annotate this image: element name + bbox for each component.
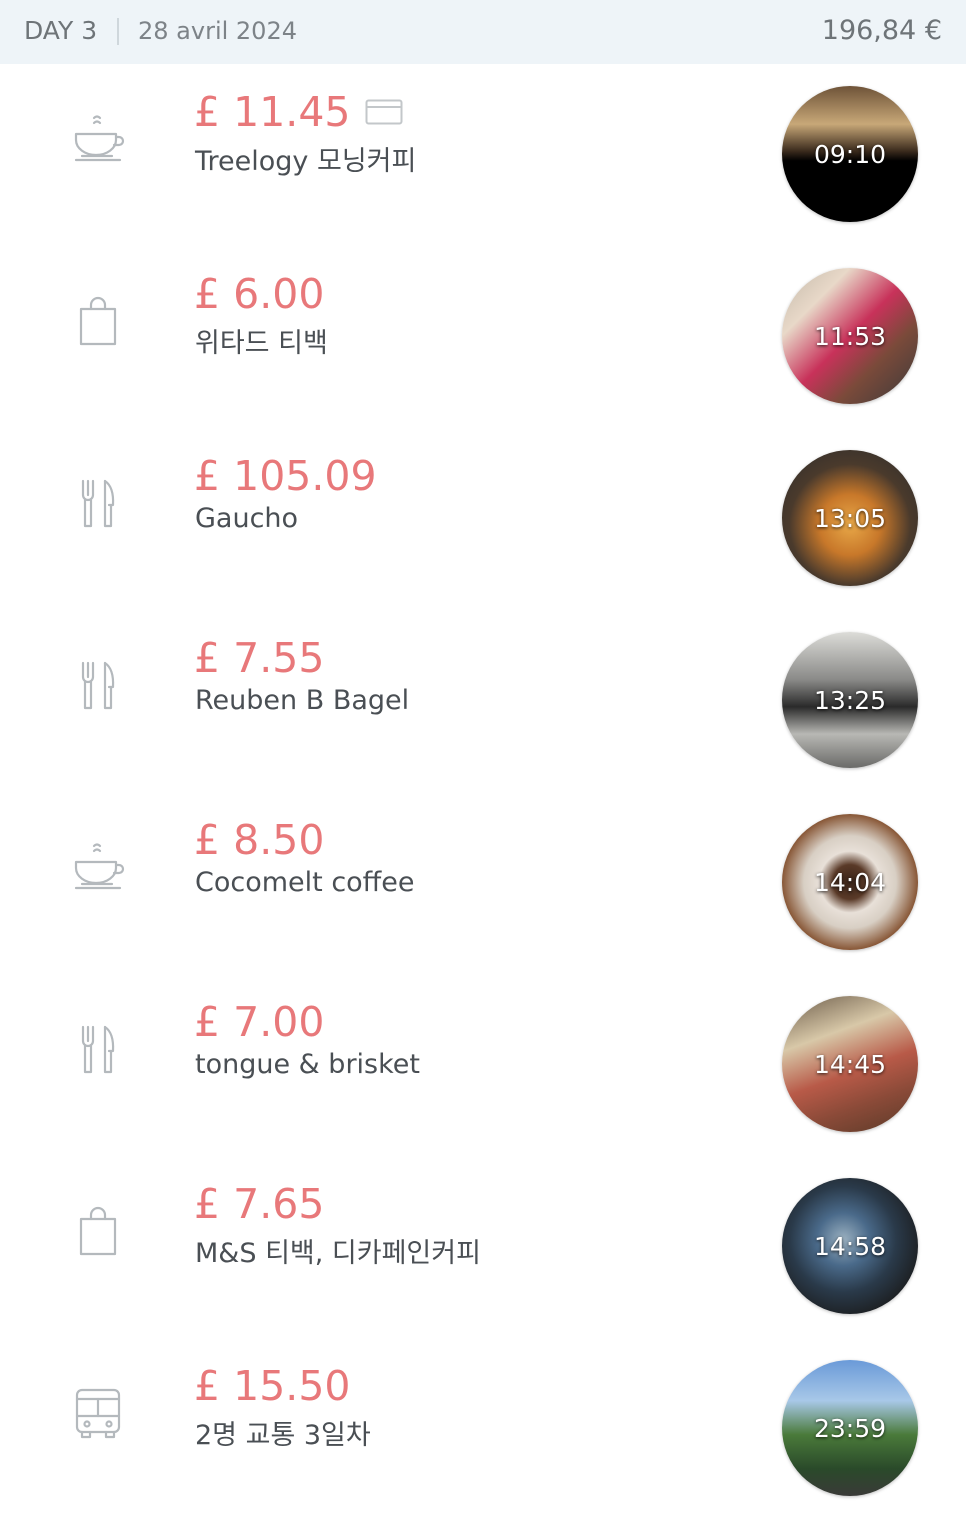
expense-amount: £ 11.45 [194, 88, 351, 136]
expense-time: 11:53 [813, 321, 887, 351]
credit-card-icon [365, 99, 403, 125]
day-date: 28 avril 2024 [138, 17, 297, 45]
expense-time: 13:25 [813, 685, 887, 715]
expense-label: M&S 티백, 디카페인커피 [195, 1238, 481, 1269]
expense-amount: £ 15.50 [194, 1362, 351, 1410]
expense-amount: £ 7.55 [194, 634, 325, 682]
amount-line: £ 15.50 [194, 1361, 351, 1411]
day-label: DAY 3 [24, 16, 98, 45]
photo-thumbnail[interactable]: 14:58 [782, 1178, 918, 1314]
amount-line: £ 105.09 [194, 451, 377, 501]
fork-knife-icon [68, 656, 128, 716]
shopping-bag-icon [68, 292, 128, 352]
expense-amount: £ 105.09 [194, 452, 377, 500]
expense-row[interactable]: £ 8.50 Cocomelt coffee 14:04 [0, 792, 966, 974]
expense-row[interactable]: £ 15.50 2명 교통 3일차 23:59 [0, 1338, 966, 1520]
expense-amount: £ 7.00 [194, 998, 325, 1046]
amount-line: £ 7.55 [194, 633, 324, 683]
expense-amount: £ 7.65 [194, 1180, 325, 1228]
expense-time: 09:10 [813, 139, 887, 169]
expense-label: Gaucho [195, 503, 299, 534]
amount-line: £ 11.45 [194, 87, 403, 137]
expense-row[interactable]: £ 7.00 tongue & brisket 14:45 [0, 974, 966, 1156]
amount-line: £ 8.50 [194, 815, 324, 865]
expense-label: tongue & brisket [195, 1049, 420, 1080]
photo-thumbnail[interactable]: 13:05 [782, 450, 918, 586]
photo-thumbnail[interactable]: 14:04 [782, 814, 918, 950]
expense-label: Cocomelt coffee [195, 867, 415, 898]
expense-row[interactable]: £ 105.09 Gaucho 13:05 [0, 428, 966, 610]
expense-label: 2명 교통 3일차 [195, 1420, 371, 1451]
expense-time: 14:58 [813, 1231, 887, 1261]
expense-label: Treelogy 모닝커피 [195, 146, 417, 177]
amount-line: £ 7.65 [194, 1179, 324, 1229]
coffee-cup-icon [68, 110, 128, 170]
expense-row[interactable]: £ 11.45 Treelogy 모닝커피 09:10 [0, 64, 966, 246]
day-total: 196,84 € [821, 15, 942, 46]
expense-label: Reuben B Bagel [195, 685, 410, 716]
bus-icon [68, 1384, 128, 1444]
day-header: DAY 3 28 avril 2024 196,84 € [0, 0, 966, 64]
photo-thumbnail[interactable]: 11:53 [782, 268, 918, 404]
shopping-bag-icon [68, 1202, 128, 1262]
coffee-cup-icon [68, 838, 128, 898]
photo-thumbnail[interactable]: 14:45 [782, 996, 918, 1132]
expense-label: 위타드 티백 [195, 328, 328, 359]
expense-row[interactable]: £ 7.55 Reuben B Bagel 13:25 [0, 610, 966, 792]
fork-knife-icon [68, 1020, 128, 1080]
expense-row[interactable]: £ 6.00 위타드 티백 11:53 [0, 246, 966, 428]
expense-time: 14:04 [813, 867, 887, 897]
expense-time: 14:45 [813, 1049, 887, 1079]
expense-amount: £ 6.00 [194, 270, 325, 318]
photo-thumbnail[interactable]: 13:25 [782, 632, 918, 768]
expense-time: 23:59 [813, 1413, 887, 1443]
header-divider [117, 18, 119, 45]
amount-line: £ 6.00 [194, 269, 324, 319]
expense-row[interactable]: £ 7.65 M&S 티백, 디카페인커피 14:58 [0, 1156, 966, 1338]
fork-knife-icon [68, 474, 128, 534]
amount-line: £ 7.00 [194, 997, 324, 1047]
photo-thumbnail[interactable]: 09:10 [782, 86, 918, 222]
expense-amount: £ 8.50 [194, 816, 325, 864]
expense-time: 13:05 [813, 503, 887, 533]
photo-thumbnail[interactable]: 23:59 [782, 1360, 918, 1496]
